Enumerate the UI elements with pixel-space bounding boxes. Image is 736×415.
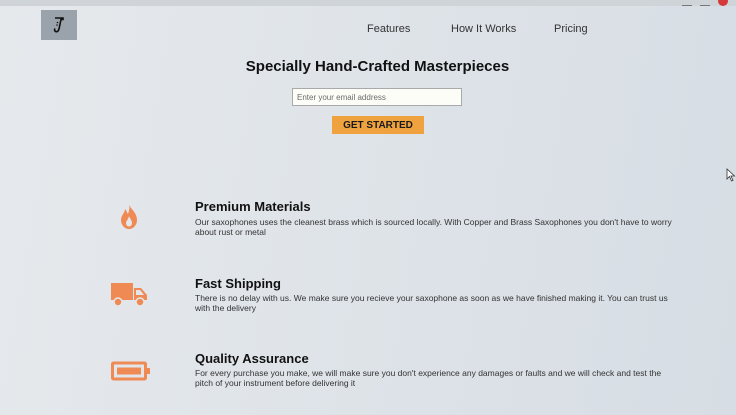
nav-how-it-works[interactable]: How It Works: [451, 23, 516, 35]
browser-top-edge: [0, 0, 736, 6]
battery-icon: [111, 361, 150, 381]
feature-title-fast-shipping: Fast Shipping: [195, 276, 281, 291]
logo[interactable]: [41, 10, 77, 40]
notification-dot-icon[interactable]: [718, 0, 728, 6]
flame-icon: [121, 204, 137, 229]
feature-text-fast-shipping: There is no delay with us. We make sure …: [195, 293, 668, 313]
get-started-button[interactable]: GET STARTED: [332, 116, 424, 134]
feature-title-premium-materials: Premium Materials: [195, 199, 311, 214]
nav-pricing[interactable]: Pricing: [554, 23, 588, 35]
window-controls: [682, 0, 728, 6]
saxophone-icon: [53, 17, 64, 33]
email-field[interactable]: [292, 88, 462, 106]
maximize-icon[interactable]: [700, 0, 710, 6]
feature-text-premium-materials: Our saxophones uses the cleanest brass w…: [195, 217, 672, 237]
hero-title: Specially Hand-Crafted Masterpieces: [245, 58, 510, 75]
minimize-icon[interactable]: [682, 0, 692, 6]
mouse-cursor-icon: [726, 168, 736, 182]
feature-title-quality-assurance: Quality Assurance: [195, 351, 309, 366]
truck-icon: [111, 283, 147, 307]
nav-features[interactable]: Features: [367, 23, 410, 35]
feature-text-quality-assurance: For every purchase you make, we will mak…: [195, 368, 662, 388]
